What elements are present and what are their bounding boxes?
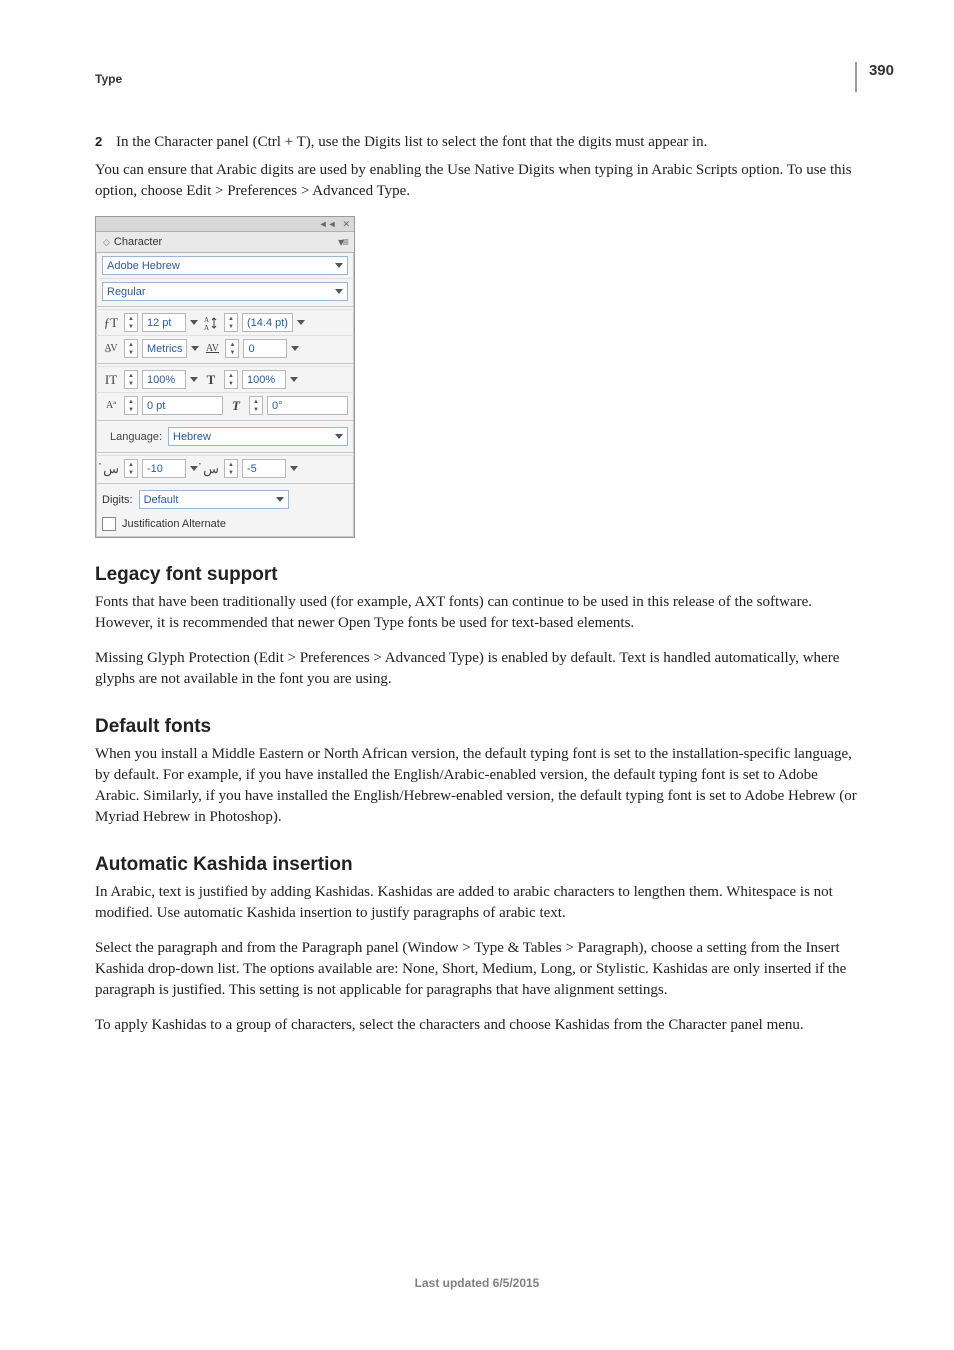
diamond-icon: ◇	[103, 237, 110, 247]
heading-defaults: Default fonts	[95, 716, 864, 738]
footer-updated: Last updated 6/5/2015	[0, 1276, 954, 1290]
font-style-value: Regular	[107, 286, 146, 298]
digits-value: Default	[144, 494, 179, 506]
justification-alternate-checkbox[interactable]	[102, 517, 116, 531]
skew-icon: T	[227, 397, 245, 414]
diacritic-right-icon: س̇	[202, 460, 220, 477]
svg-text:A: A	[204, 316, 209, 324]
hscale-icon: T	[202, 371, 220, 388]
dropdown-icon[interactable]	[191, 346, 199, 351]
step-text: In the Character panel (Ctrl + T), use t…	[116, 134, 707, 150]
language-select[interactable]: Hebrew	[168, 427, 348, 446]
dropdown-icon[interactable]	[190, 466, 198, 471]
panel-titlebar: ◄◄ ✕	[96, 217, 354, 232]
kerning-spinner[interactable]: ▲▼	[124, 339, 138, 358]
vscale-field[interactable]: 100%	[142, 370, 186, 389]
dropdown-icon[interactable]	[290, 466, 298, 471]
baseline-spinner[interactable]: ▲▼	[124, 396, 138, 415]
leading-spinner[interactable]: ▲▼	[224, 313, 238, 332]
tracking-field[interactable]: 0	[243, 339, 287, 358]
character-panel: ◄◄ ✕ ◇Character ▾≡ Adobe Hebrew Regular …	[95, 216, 355, 538]
dropdown-icon[interactable]	[297, 320, 305, 325]
font-size-icon: ƒT	[102, 314, 120, 331]
leading-icon: AA	[202, 314, 220, 331]
heading-legacy: Legacy font support	[95, 564, 864, 586]
dropdown-icon[interactable]	[290, 377, 298, 382]
justification-alternate-label: Justification Alternate	[122, 518, 226, 530]
close-icon[interactable]: ✕	[342, 219, 350, 230]
digits-select[interactable]: Default	[139, 490, 289, 509]
page-number: 390	[869, 62, 894, 79]
leading-field[interactable]: (14.4 pt)	[242, 313, 293, 332]
font-family-select[interactable]: Adobe Hebrew	[102, 256, 348, 275]
diacritic-left-icon: س̇	[102, 460, 120, 477]
font-size-spinner[interactable]: ▲▼	[124, 313, 138, 332]
tracking-icon: AV	[203, 340, 221, 357]
hscale-field[interactable]: 100%	[242, 370, 286, 389]
svg-text:A: A	[204, 324, 209, 331]
kashida-p2: Select the paragraph and from the Paragr…	[95, 938, 864, 1001]
dropdown-icon[interactable]	[190, 320, 198, 325]
panel-tab-label: Character	[114, 236, 162, 248]
dropdown-icon[interactable]	[291, 346, 299, 351]
font-size-field[interactable]: 12 pt	[142, 313, 186, 332]
vscale-spinner[interactable]: ▲▼	[124, 370, 138, 389]
digits-label: Digits:	[102, 494, 133, 506]
font-style-select[interactable]: Regular	[102, 282, 348, 301]
defaults-p1: When you install a Middle Eastern or Nor…	[95, 744, 864, 828]
diacritic-left-field[interactable]: -10	[142, 459, 186, 478]
legacy-p2: Missing Glyph Protection (Edit > Prefere…	[95, 648, 864, 690]
tracking-spinner[interactable]: ▲▼	[225, 339, 239, 358]
page-number-wrap: 390	[855, 62, 894, 92]
vscale-icon: IT	[102, 371, 120, 388]
font-family-value: Adobe Hebrew	[107, 260, 180, 272]
panel-menu-icon[interactable]: ▾≡	[338, 235, 347, 249]
collapse-icon[interactable]: ◄◄	[319, 219, 337, 229]
kashida-p1: In Arabic, text is justified by adding K…	[95, 882, 864, 924]
language-label: Language:	[102, 431, 162, 443]
skew-field[interactable]: 0°	[267, 396, 348, 415]
hscale-spinner[interactable]: ▲▼	[224, 370, 238, 389]
diacritic-right-field[interactable]: -5	[242, 459, 286, 478]
skew-spinner[interactable]: ▲▼	[249, 396, 263, 415]
diacritic-right-spinner[interactable]: ▲▼	[224, 459, 238, 478]
kerning-field[interactable]: Metrics	[142, 339, 187, 358]
step-number: 2	[95, 134, 102, 149]
panel-tab[interactable]: ◇ Character ▾≡	[96, 232, 354, 253]
step-2: 2 In the Character panel (Ctrl + T), use…	[95, 132, 864, 152]
kashida-p3: To apply Kashidas to a group of characte…	[95, 1015, 864, 1036]
language-value: Hebrew	[173, 431, 211, 443]
diacritic-left-spinner[interactable]: ▲▼	[124, 459, 138, 478]
kerning-icon: A̲V	[102, 340, 120, 357]
intro-paragraph: You can ensure that Arabic digits are us…	[95, 160, 864, 202]
heading-kashida: Automatic Kashida insertion	[95, 854, 864, 876]
running-head: Type	[95, 72, 864, 86]
baseline-icon: Aª	[102, 397, 120, 414]
legacy-p1: Fonts that have been traditionally used …	[95, 592, 864, 634]
dropdown-icon[interactable]	[190, 377, 198, 382]
baseline-field[interactable]: 0 pt	[142, 396, 223, 415]
